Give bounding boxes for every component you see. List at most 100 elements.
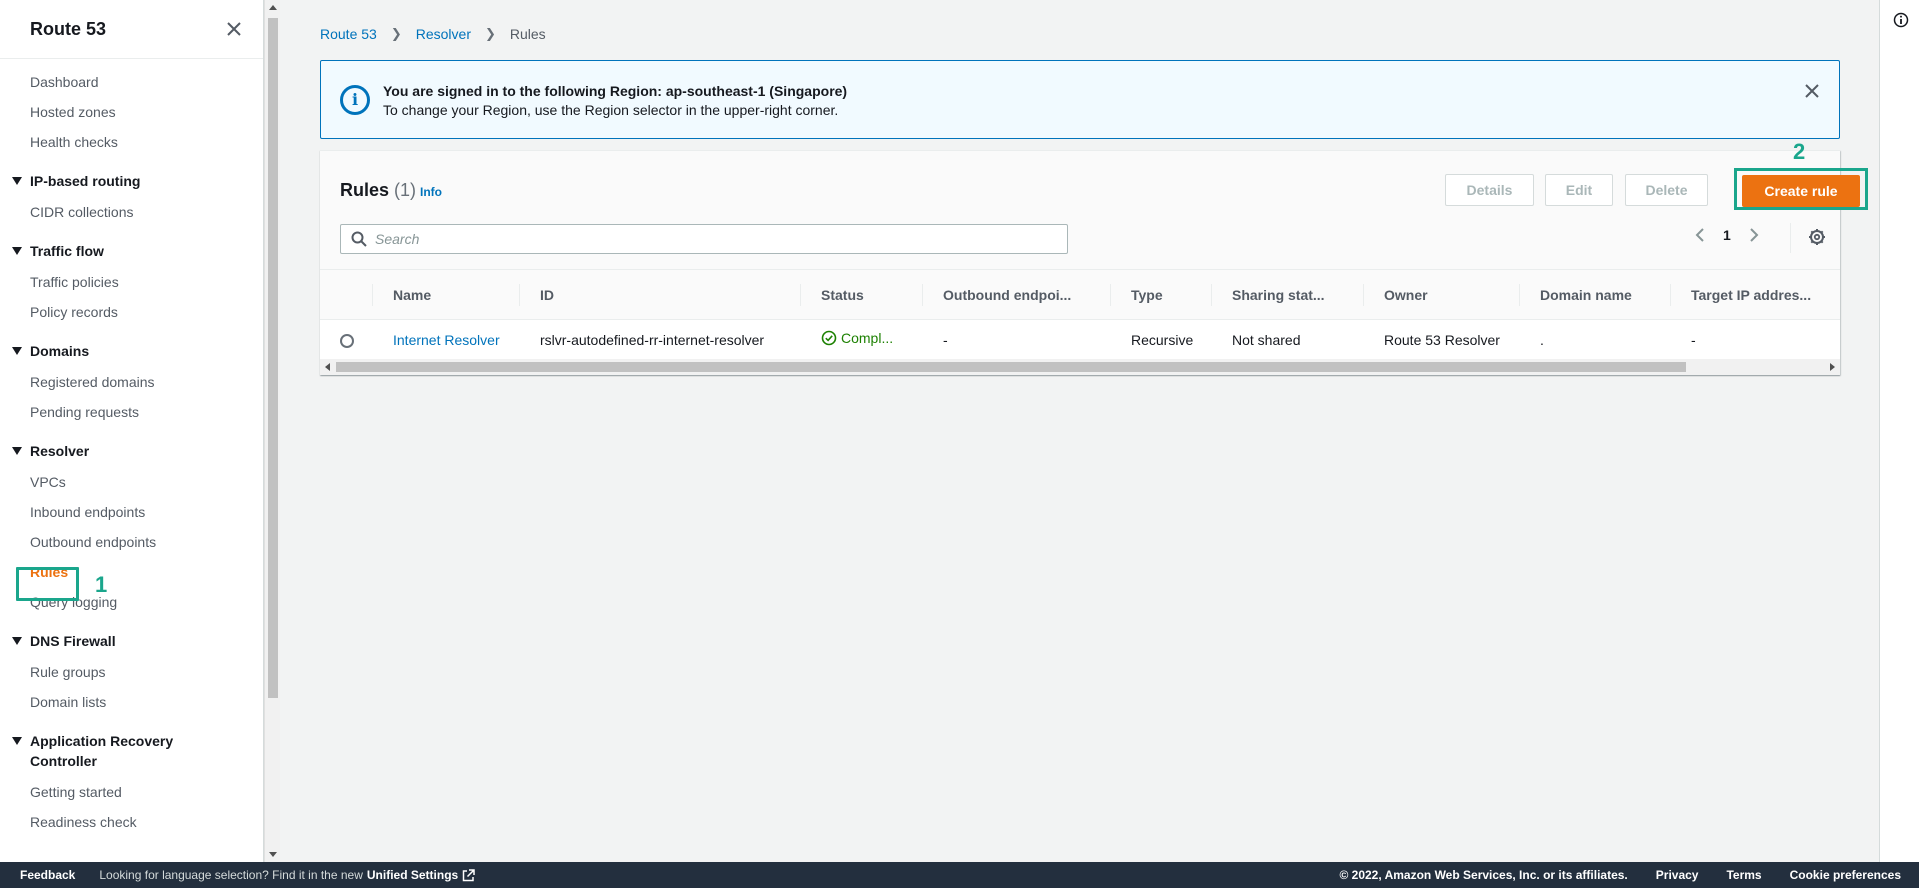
search-icon [351,231,367,247]
table-horizontal-scrollbar[interactable] [320,359,1840,375]
delete-button[interactable]: Delete [1625,174,1708,206]
select-column-header [320,269,373,320]
panel-title: Rules (1) [340,180,416,201]
scroll-left-arrow-icon[interactable] [325,363,330,371]
sidebar-item-pending-requests[interactable]: Pending requests [0,397,263,427]
help-rail [1879,0,1919,862]
divider [1790,223,1791,253]
sidebar-item-cidr-collections[interactable]: CIDR collections [0,197,263,227]
info-link[interactable]: Info [420,185,442,199]
section-label: Domains [30,343,90,359]
row-radio-button[interactable] [339,333,354,348]
table-header-row: Name ID Status Outbound endpoi... Type S… [320,269,1840,320]
section-domains[interactable]: Domains [0,337,263,367]
edit-button[interactable]: Edit [1545,174,1613,206]
panel-title-text: Rules [340,180,390,200]
breadcrumb-route53[interactable]: Route 53 [320,26,377,42]
section-traffic-flow[interactable]: Traffic flow [0,237,263,267]
scroll-right-arrow-icon[interactable] [1830,363,1835,371]
column-header-id[interactable]: ID [520,269,801,320]
status-indicator: Compl... [821,330,893,346]
privacy-link[interactable]: Privacy [1656,868,1699,882]
caret-down-icon [12,177,22,185]
sidebar-top-list: Dashboard Hosted zones Health checks [0,67,263,157]
footer-right: © 2022, Amazon Web Services, Inc. or its… [1339,868,1901,882]
side-navigation: Route 53 Dashboard Hosted zones Health c… [0,0,264,862]
section-resolver[interactable]: Resolver [0,437,263,467]
sidebar-item-rule-groups[interactable]: Rule groups [0,657,263,687]
gear-icon[interactable] [1808,228,1826,246]
row-select-cell [320,319,373,360]
chevron-right-icon[interactable] [1745,227,1761,243]
section-ip-based-routing[interactable]: IP-based routing [0,167,263,197]
unified-settings-label: Unified Settings [366,868,459,882]
section-label: Traffic flow [30,243,104,259]
current-page[interactable]: 1 [1723,227,1731,243]
column-header-sharing-status[interactable]: Sharing stat... [1212,269,1364,320]
console-footer: Feedback Looking for language selection?… [0,862,1919,888]
chevron-right-icon: ❯ [390,26,402,41]
section-application-recovery-controller[interactable]: Application Recovery Controller [0,727,263,777]
info-icon[interactable] [1893,12,1909,28]
column-header-type[interactable]: Type [1111,269,1212,320]
section-dns-firewall[interactable]: DNS Firewall [0,627,263,657]
cell-sharing-status: Not shared [1212,319,1364,360]
column-header-status[interactable]: Status [801,269,923,320]
details-button[interactable]: Details [1445,174,1534,206]
cookie-preferences-link[interactable]: Cookie preferences [1790,868,1901,882]
breadcrumb-resolver[interactable]: Resolver [416,26,471,42]
rules-table-panel: Rules (1) Info Details Edit Delete Creat… [320,139,1868,375]
sidebar-item-readiness-check[interactable]: Readiness check [0,807,263,837]
cell-target-ip: - [1671,319,1840,360]
sidebar-item-hosted-zones[interactable]: Hosted zones [0,97,263,127]
cell-status: Compl... [801,319,923,360]
terms-link[interactable]: Terms [1726,868,1761,882]
banner-title: You are signed in to the following Regio… [383,83,848,99]
status-text: Compl... [841,330,894,346]
sidebar-item-registered-domains[interactable]: Registered domains [0,367,263,397]
rule-name-link[interactable]: Internet Resolver [393,332,500,348]
sidebar-item-outbound-endpoints[interactable]: Outbound endpoints [0,527,263,557]
banner-message: To change your Region, use the Region se… [383,102,839,118]
column-header-name[interactable]: Name [373,269,520,320]
rules-count: (1) [394,180,417,200]
create-rule-button[interactable]: Create rule [1742,175,1860,207]
section-label: Resolver [30,443,90,459]
scroll-down-arrow-icon[interactable] [269,852,277,857]
caret-down-icon [12,737,22,745]
close-icon[interactable] [225,20,243,38]
caret-down-icon [12,347,22,355]
search-input[interactable] [375,231,1055,247]
scroll-up-arrow-icon[interactable] [269,5,277,10]
sidebar-item-health-checks[interactable]: Health checks [0,127,263,157]
breadcrumb: Route 53 ❯ Resolver ❯ Rules [320,26,546,42]
sidebar-item-domain-lists[interactable]: Domain lists [0,687,263,717]
column-header-domain-name[interactable]: Domain name [1520,269,1671,320]
sidebar-item-getting-started[interactable]: Getting started [0,777,263,807]
cell-type: Recursive [1111,319,1212,360]
sidebar-header: Route 53 [0,0,263,59]
unified-settings-link[interactable]: Unified Settings [367,868,475,882]
sidebar-item-policy-records[interactable]: Policy records [0,297,263,327]
cell-outbound-endpoint: - [923,319,1111,360]
scrollbar-thumb[interactable] [336,362,1686,372]
search-field[interactable] [340,224,1068,254]
column-header-owner[interactable]: Owner [1364,269,1520,320]
sidebar-title: Route 53 [30,18,107,39]
column-header-target-ip[interactable]: Target IP addres... [1671,269,1840,320]
breadcrumb-current: Rules [509,26,546,42]
sidebar-item-rules[interactable]: Rules [0,557,263,587]
sidebar-item-query-logging[interactable]: Query logging [0,587,263,617]
feedback-link[interactable]: Feedback [20,868,75,882]
table-row[interactable]: Internet Resolver rslvr-autodefined-rr-i… [320,319,1840,360]
column-header-outbound-endpoint[interactable]: Outbound endpoi... [923,269,1111,320]
sidebar-item-dashboard[interactable]: Dashboard [0,67,263,97]
sidebar-item-traffic-policies[interactable]: Traffic policies [0,267,263,297]
annotation-step-2: 2 [1793,139,1806,164]
sidebar-item-inbound-endpoints[interactable]: Inbound endpoints [0,497,263,527]
sidebar-scrollbar[interactable] [264,0,280,862]
dismiss-banner-icon[interactable] [1803,82,1821,100]
scrollbar-thumb[interactable] [268,18,278,698]
chevron-left-icon[interactable] [1693,227,1709,243]
sidebar-item-vpcs[interactable]: VPCs [0,467,263,497]
